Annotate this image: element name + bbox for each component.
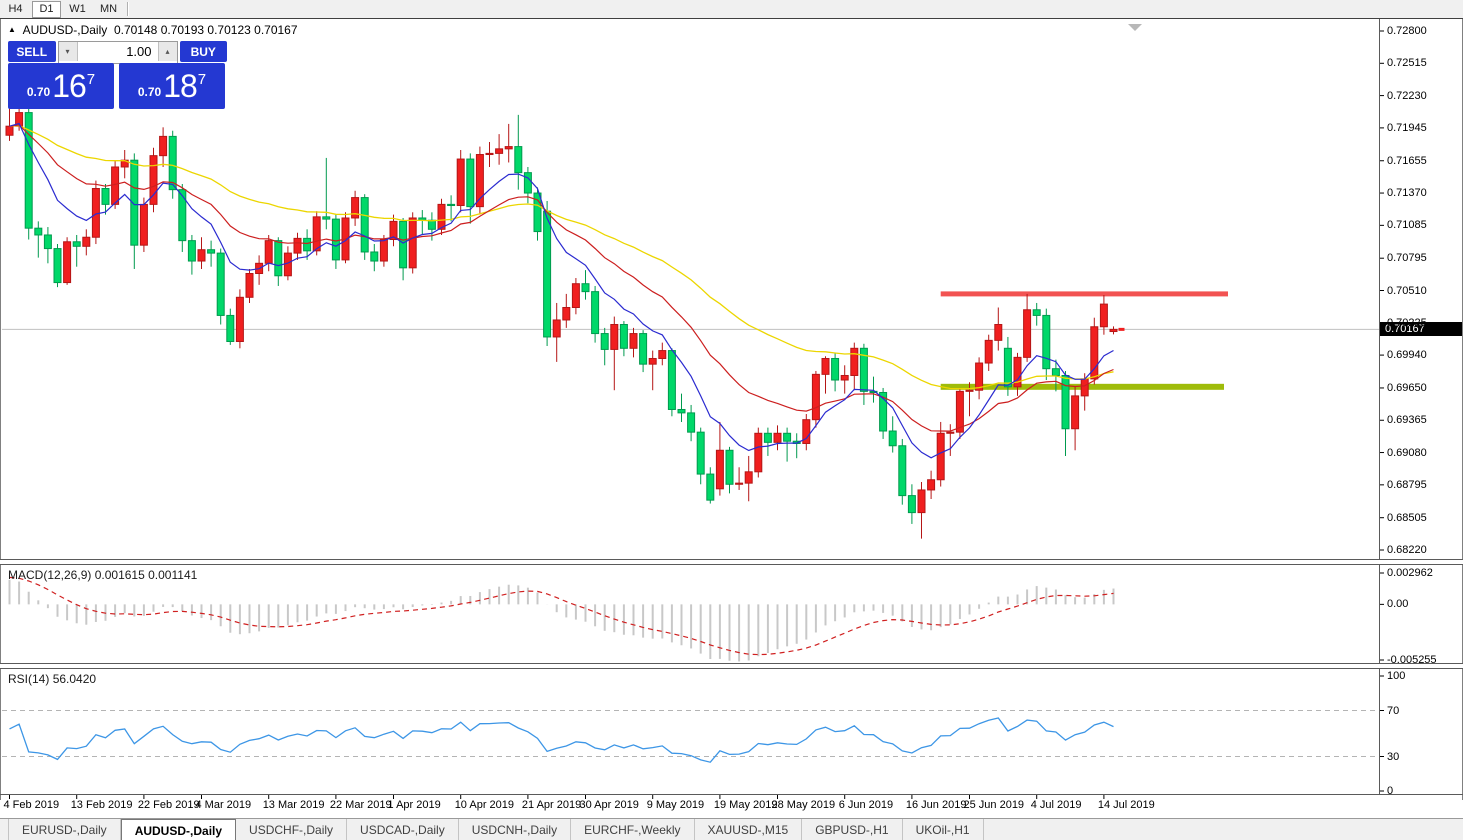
price-axis-tick: 0.69650	[1387, 382, 1427, 394]
price-axis-tick: 0.70510	[1387, 285, 1427, 297]
time-axis-tick: 30 Apr 2019	[580, 799, 639, 811]
ohlc-open: 0.70148	[114, 23, 157, 37]
toolbar-separator	[127, 2, 129, 16]
sell-price-big: 16	[52, 68, 86, 105]
buy-price-prefix: 0.70	[138, 85, 161, 99]
rsi-axis-tick: 70	[1387, 705, 1399, 717]
time-axis-tick: 9 May 2019	[647, 799, 704, 811]
timeframe-button-w1[interactable]: W1	[63, 1, 92, 18]
chart-tab-audusd-daily[interactable]: AUDUSD-,Daily	[121, 819, 236, 840]
price-axis-tick: 0.69940	[1387, 349, 1427, 361]
sell-button[interactable]: SELL	[8, 41, 56, 62]
chart-tab-bar: EURUSD-,DailyAUDUSD-,DailyUSDCHF-,DailyU…	[0, 818, 1463, 840]
buy-quote-panel[interactable]: 0.70 18 7	[119, 63, 225, 109]
sell-price-prefix: 0.70	[27, 85, 50, 99]
price-axis-tick: 0.72230	[1387, 90, 1427, 102]
time-axis-tick: 4 Mar 2019	[196, 799, 252, 811]
chart-window: ▲ AUDUSD-,Daily 0.70148 0.70193 0.70123 …	[0, 18, 1463, 840]
macd-axis-tick: -0.005255	[1387, 654, 1437, 666]
timeframe-button-h4[interactable]: H4	[1, 1, 30, 18]
price-axis-tick: 0.70225	[1387, 317, 1427, 329]
chart-tab-usdcnh-daily[interactable]: USDCNH-,Daily	[459, 819, 571, 840]
collapse-triangle-icon[interactable]: ▲	[8, 25, 16, 34]
time-axis-tick: 16 Jun 2019	[906, 799, 967, 811]
price-axis-tick: 0.69080	[1387, 447, 1427, 459]
ohlc-close: 0.70167	[254, 23, 297, 37]
macd-axis-tick: 0.002962	[1387, 567, 1433, 579]
price-axis-border	[1379, 19, 1380, 795]
volume-decrease-button[interactable]: ▾	[59, 42, 78, 61]
chart-tab-eurchf-weekly[interactable]: EURCHF-,Weekly	[571, 819, 694, 840]
panel-splitter[interactable]	[0, 559, 1463, 565]
ohlc-low: 0.70123	[207, 23, 250, 37]
volume-stepper: ▾ ▴	[58, 41, 178, 64]
time-axis-tick: 22 Feb 2019	[138, 799, 200, 811]
macd-label: MACD(12,26,9) 0.001615 0.001141	[8, 568, 197, 582]
chart-tab-eurusd-daily[interactable]: EURUSD-,Daily	[8, 819, 121, 840]
time-axis-tick: 1 Apr 2019	[388, 799, 441, 811]
chart-tab-ukoil-h1[interactable]: UKOil-,H1	[903, 819, 984, 840]
chart-tab-gbpusd-h1[interactable]: GBPUSD-,H1	[802, 819, 902, 840]
chart-symbol-header: ▲ AUDUSD-,Daily 0.70148 0.70193 0.70123 …	[8, 23, 298, 37]
buy-price-pipette: 7	[198, 71, 206, 88]
volume-input[interactable]	[78, 42, 158, 61]
volume-increase-button[interactable]: ▴	[158, 42, 177, 61]
price-axis-tick: 0.70795	[1387, 252, 1427, 264]
time-axis-tick: 4 Jul 2019	[1031, 799, 1082, 811]
macd-axis-tick: 0.00	[1387, 598, 1408, 610]
timeframe-button-d1[interactable]: D1	[32, 1, 61, 18]
time-axis-tick: 19 May 2019	[714, 799, 778, 811]
time-axis-tick: 22 Mar 2019	[330, 799, 392, 811]
time-axis-tick: 4 Feb 2019	[4, 799, 60, 811]
time-axis-tick: 21 Apr 2019	[522, 799, 581, 811]
time-axis-tick: 13 Mar 2019	[263, 799, 325, 811]
chart-tab-usdchf-daily[interactable]: USDCHF-,Daily	[236, 819, 347, 840]
one-click-trade-panel: SELL ▾ ▴ BUY 0.70 16 7 0.70 18 7	[8, 41, 227, 109]
panel-splitter[interactable]	[0, 663, 1463, 669]
timeframe-toolbar: H4D1W1MN	[0, 0, 1463, 19]
sell-price-pipette: 7	[87, 71, 95, 88]
rsi-axis-tick: 100	[1387, 670, 1405, 682]
chart-tab-usdcad-daily[interactable]: USDCAD-,Daily	[347, 819, 459, 840]
price-axis-tick: 0.69365	[1387, 414, 1427, 426]
time-axis-tick: 10 Apr 2019	[455, 799, 514, 811]
price-axis-tick: 0.72800	[1387, 25, 1427, 37]
price-axis-tick: 0.71655	[1387, 155, 1427, 167]
rsi-axis-tick: 30	[1387, 751, 1399, 763]
buy-button[interactable]: BUY	[180, 41, 228, 62]
time-axis-tick: 13 Feb 2019	[71, 799, 133, 811]
time-axis-border	[0, 794, 1463, 795]
price-axis-tick: 0.71085	[1387, 219, 1427, 231]
ohlc-high: 0.70193	[161, 23, 204, 37]
time-axis-tick: 25 Jun 2019	[964, 799, 1025, 811]
time-axis-tick: 6 Jun 2019	[839, 799, 893, 811]
chart-tab-xauusd-m15[interactable]: XAUUSD-,M15	[695, 819, 803, 840]
timeframe-button-mn[interactable]: MN	[94, 1, 123, 18]
time-axis-tick: 14 Jul 2019	[1098, 799, 1155, 811]
price-axis-tick: 0.72515	[1387, 57, 1427, 69]
sell-quote-panel[interactable]: 0.70 16 7	[8, 63, 114, 109]
symbol-name: AUDUSD-,Daily	[23, 23, 108, 37]
chart-plot-area[interactable]	[0, 19, 1463, 818]
rsi-axis-tick: 0	[1387, 785, 1393, 797]
price-axis-tick: 0.68220	[1387, 544, 1427, 556]
price-axis-tick: 0.71945	[1387, 122, 1427, 134]
mt4-terminal: H4D1W1MN ▲ AUDUSD-,Daily 0.70148 0.70193…	[0, 0, 1463, 840]
price-axis-tick: 0.68795	[1387, 479, 1427, 491]
price-axis-tick: 0.68505	[1387, 512, 1427, 524]
price-axis-tick: 0.71370	[1387, 187, 1427, 199]
time-axis-tick: 28 May 2019	[772, 799, 836, 811]
buy-price-big: 18	[163, 68, 197, 105]
rsi-label: RSI(14) 56.0420	[8, 672, 96, 686]
